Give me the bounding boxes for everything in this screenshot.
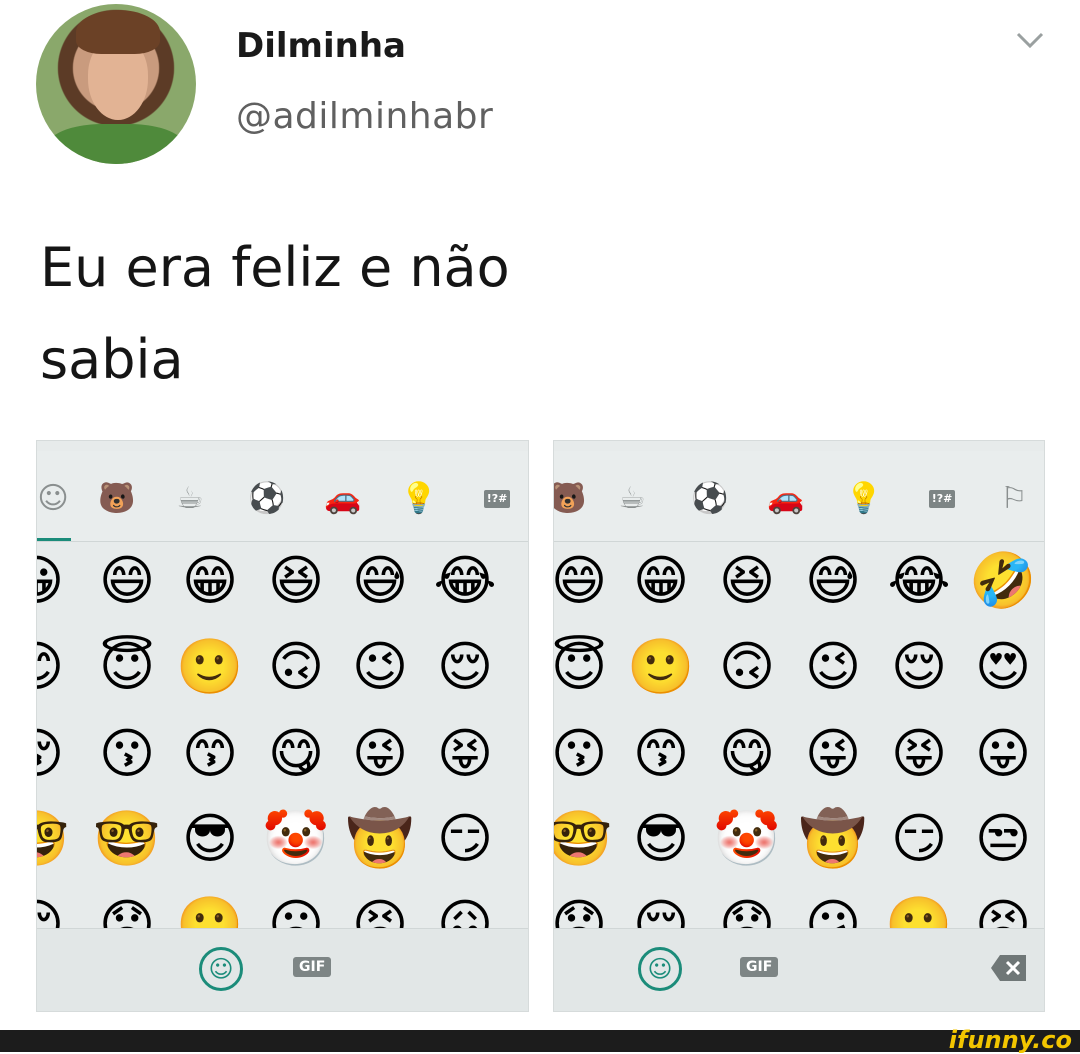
- emoji-key[interactable]: 🙂: [626, 637, 696, 697]
- emoji-key[interactable]: 😎: [175, 809, 245, 869]
- emoji-key[interactable]: 😣: [968, 895, 1038, 932]
- emoji-keyboard-old: ☺ 🐻 ☕ ⚽ 🚗 💡 !?# 😀 😄 😁 😆 😅 😂 😊 😇 🙂 🙃 😉 😌 …: [36, 440, 529, 1012]
- emoji-key[interactable]: 😕: [798, 895, 868, 932]
- emoji-key[interactable]: 🤠: [345, 809, 415, 869]
- activity-category-icon[interactable]: ⚽: [247, 479, 287, 519]
- emoji-key[interactable]: 😚: [37, 724, 71, 784]
- emoji-key[interactable]: 🙂: [175, 637, 245, 697]
- emoji-key[interactable]: 🙃: [712, 637, 782, 697]
- watermark-bar: ifunny.co: [0, 1026, 1080, 1054]
- objects-category-icon[interactable]: 💡: [844, 479, 884, 519]
- symbols-category-icon[interactable]: !?#: [928, 490, 956, 508]
- emoji-key[interactable]: 🤓: [554, 809, 614, 869]
- activity-category-icon[interactable]: ⚽: [690, 479, 730, 519]
- symbols-category-icon[interactable]: !?#: [483, 490, 511, 508]
- tweet-text-line: sabia: [40, 328, 184, 391]
- emoji-key[interactable]: 😔: [626, 895, 696, 932]
- emoji-key[interactable]: 😒: [968, 809, 1038, 869]
- emoji-key[interactable]: 🤠: [798, 809, 868, 869]
- emoji-key[interactable]: 😏: [430, 809, 500, 869]
- emoji-key[interactable]: 😜: [345, 724, 415, 784]
- avatar[interactable]: [36, 4, 196, 164]
- backspace-icon[interactable]: [990, 953, 1028, 983]
- display-name[interactable]: Dilminha: [236, 26, 406, 66]
- emoji-key[interactable]: 🤓: [37, 809, 71, 869]
- emoji-key[interactable]: 😋: [261, 724, 331, 784]
- emoji-tab-icon[interactable]: ☺: [638, 947, 682, 991]
- emoji-key[interactable]: 😛: [968, 724, 1038, 784]
- emoji-key[interactable]: 😇: [554, 637, 614, 697]
- emoji-key[interactable]: 😉: [345, 637, 415, 697]
- emoji-key[interactable]: 😟: [92, 895, 162, 932]
- food-category-icon[interactable]: ☕: [612, 479, 652, 519]
- emoji-key[interactable]: 😟: [712, 895, 782, 932]
- chevron-down-icon[interactable]: [1014, 28, 1046, 52]
- emoji-key[interactable]: 😂: [430, 551, 500, 611]
- emoji-key[interactable]: 😀: [37, 551, 71, 611]
- emoji-key[interactable]: 😗: [554, 724, 614, 784]
- emoji-key[interactable]: 😄: [92, 551, 162, 611]
- emoji-key[interactable]: 🤡: [261, 809, 331, 869]
- emoji-keyboard-new: 🐻 ☕ ⚽ 🚗 💡 !?# ⚐ 😄 😁 😆 😅 😂 🤣 😇 🙂 🙃 😉 😌 😍 …: [553, 440, 1045, 1012]
- gif-button[interactable]: GIF: [740, 957, 779, 977]
- emoji-key[interactable]: 🤡: [712, 809, 782, 869]
- travel-category-icon[interactable]: 🚗: [323, 479, 363, 519]
- avatar-shirt: [46, 124, 186, 164]
- emoji-key[interactable]: 😝: [884, 724, 954, 784]
- emoji-key[interactable]: 😙: [626, 724, 696, 784]
- emoji-key[interactable]: 😌: [430, 637, 500, 697]
- emoji-key[interactable]: 😁: [626, 551, 696, 611]
- emoji-key[interactable]: 🙁: [175, 895, 245, 932]
- emoji-key[interactable]: 😎: [626, 809, 696, 869]
- user-handle[interactable]: @adilminhabr: [236, 96, 493, 137]
- tweet-header: Dilminha @adilminhabr: [0, 0, 1080, 200]
- emoji-key[interactable]: 😅: [345, 551, 415, 611]
- objects-category-icon[interactable]: 💡: [399, 479, 439, 519]
- animals-category-icon[interactable]: 🐻: [97, 479, 137, 519]
- smileys-category-icon[interactable]: ☺: [37, 479, 73, 519]
- emoji-key[interactable]: 😝: [430, 724, 500, 784]
- emoji-key[interactable]: 😁: [175, 551, 245, 611]
- emoji-tab-icon[interactable]: ☺: [199, 947, 243, 991]
- travel-category-icon[interactable]: 🚗: [766, 479, 806, 519]
- emoji-key[interactable]: 😆: [261, 551, 331, 611]
- emoji-key[interactable]: 🤣: [968, 551, 1038, 611]
- emoji-key[interactable]: 😖: [430, 895, 500, 932]
- emoji-key[interactable]: 😏: [884, 809, 954, 869]
- emoji-key[interactable]: 😉: [798, 637, 868, 697]
- emoji-key[interactable]: 😍: [968, 637, 1038, 697]
- emoji-key[interactable]: 😊: [37, 637, 71, 697]
- emoji-key[interactable]: 😜: [798, 724, 868, 784]
- emoji-key[interactable]: 😋: [712, 724, 782, 784]
- emoji-key[interactable]: 😔: [37, 895, 71, 932]
- emoji-key[interactable]: 😌: [884, 637, 954, 697]
- emoji-key[interactable]: 😂: [884, 551, 954, 611]
- emoji-key[interactable]: ☹: [261, 895, 331, 932]
- emoji-key[interactable]: 😄: [554, 551, 614, 611]
- emoji-grid: 😀 😄 😁 😆 😅 😂 😊 😇 🙂 🙃 😉 😌 😚 😗 😙 😋 😜 😝 🤓 🤓 …: [37, 541, 528, 932]
- keyboard-bottom-bar: ☺ GIF: [554, 928, 1044, 1011]
- emoji-key[interactable]: 😣: [345, 895, 415, 932]
- flag-category-icon[interactable]: ⚐: [994, 479, 1034, 519]
- emoji-key[interactable]: 😅: [798, 551, 868, 611]
- keyboard-bottom-bar: ☺ GIF: [37, 928, 528, 1011]
- emoji-key[interactable]: 😆: [712, 551, 782, 611]
- ifunny-watermark: ifunny.co: [948, 1026, 1072, 1054]
- emoji-category-bar: ☺ 🐻 ☕ ⚽ 🚗 💡 !?#: [37, 451, 528, 542]
- tweet-text: Eu era feliz e não sabia: [40, 222, 940, 406]
- emoji-key[interactable]: 😗: [92, 724, 162, 784]
- food-category-icon[interactable]: ☕: [170, 479, 210, 519]
- emoji-key[interactable]: 🙃: [261, 637, 331, 697]
- emoji-key[interactable]: 🤓: [92, 809, 162, 869]
- emoji-key[interactable]: 😙: [175, 724, 245, 784]
- tweet-text-line: Eu era feliz e não: [40, 236, 510, 299]
- avatar-hair: [76, 10, 160, 54]
- emoji-key[interactable]: 🙁: [884, 895, 954, 932]
- emoji-category-bar: 🐻 ☕ ⚽ 🚗 💡 !?# ⚐: [554, 451, 1044, 542]
- emoji-key[interactable]: 😞: [554, 895, 614, 932]
- gif-button[interactable]: GIF: [293, 957, 332, 977]
- emoji-key[interactable]: 😇: [92, 637, 162, 697]
- emoji-grid: 😄 😁 😆 😅 😂 🤣 😇 🙂 🙃 😉 😌 😍 😗 😙 😋 😜 😝 😛 🤓 😎 …: [554, 541, 1044, 932]
- animals-category-icon[interactable]: 🐻: [554, 479, 588, 519]
